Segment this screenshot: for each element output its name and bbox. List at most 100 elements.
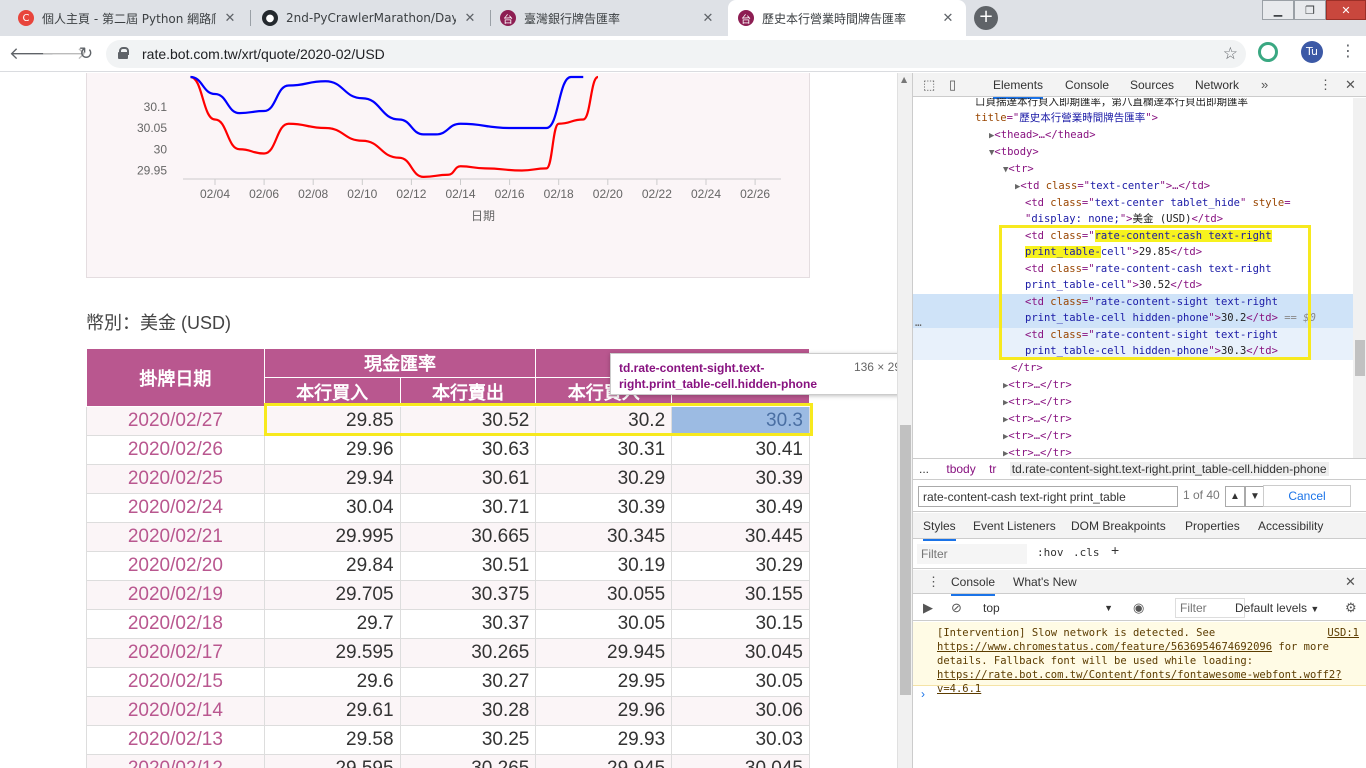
dom-line[interactable]: print_table-cell">29.85</td> [1025,244,1202,260]
search-cancel-button[interactable]: Cancel [1263,485,1351,507]
dom-node-td-selected[interactable]: <td class="rate-content-sight text-right [1025,294,1278,310]
minimize-button[interactable]: ▁ [1262,0,1294,20]
tab-styles[interactable]: Styles [923,513,956,541]
tab-accessibility[interactable]: Accessibility [1258,513,1323,539]
console-settings-gear-icon[interactable]: ⚙ [1345,596,1357,620]
dom-line[interactable]: "display: none;">美金 (USD)</td> [1025,211,1223,227]
context-select[interactable]: top ▼ [983,598,1113,618]
dom-node-td[interactable]: <td class="rate-content-cash text-right [1025,261,1272,277]
dom-node-thead[interactable]: ▶<thead>…</thead> [989,127,1096,143]
tab-console[interactable]: Console [1065,73,1109,97]
dom-node-td[interactable]: <td class="rate-content-sight text-right [1025,327,1278,343]
scroll-up-icon[interactable]: ▲ [901,75,907,84]
browser-tab-1[interactable]: C 個人主頁 - 第二屆 Python 網路爬 ✕ [8,0,248,36]
tab-properties[interactable]: Properties [1185,513,1240,539]
omnibox[interactable]: rate.bot.com.tw/xrt/quote/2020-02/USD ☆ [106,40,1246,68]
dom-node-tr[interactable]: ▶<tr>…</tr> [1003,445,1072,458]
chrome-menu-icon[interactable]: ⋮ [1340,41,1356,60]
tab-event-listeners[interactable]: Event Listeners [973,513,1056,539]
more-tabs-icon[interactable]: » [1261,73,1268,97]
live-expression-eye-icon[interactable]: ◉ [1133,596,1144,620]
dom-node-td[interactable]: <td class="text-center tablet_hide" styl… [1025,195,1291,211]
inspect-element-icon[interactable]: ⬚ [923,73,935,97]
dom-node-tr[interactable]: ▶<tr>…</tr> [1003,377,1072,393]
url-text[interactable]: rate.bot.com.tw/xrt/quote/2020-02/USD [142,40,385,68]
dom-scrollbar[interactable] [1353,98,1366,458]
chromestatus-link[interactable]: w.chromestatus.com/feature/5636954674692… [1000,641,1272,653]
dom-node-tr[interactable]: ▼<tr> [1003,161,1034,177]
font-url-link[interactable]: https://rate.bot.co [937,669,1057,681]
back-button[interactable]: 🡐 [9,42,55,66]
dom-line[interactable]: print_table-cell hidden-phone">30.3</td> [1025,343,1278,359]
sight-buy-cell: 30.055 [535,580,673,610]
dom-line[interactable]: title="歷史本行營業時間牌告匯率"> [975,110,1158,126]
hover-state-toggle[interactable]: :hov [1037,546,1064,559]
bookmark-star-icon[interactable]: ☆ [1223,40,1238,68]
search-prev-button[interactable]: ▲ [1225,486,1245,507]
tab-console-drawer[interactable]: Console [951,570,996,596]
devtools-menu-icon[interactable]: ⋮ [1319,73,1332,97]
device-toolbar-icon[interactable]: ▯ [949,73,956,97]
dom-line[interactable]: ㄩ頁揣達本行貝入即期匯率，第八直欄達本行貝出即期匯率 [975,98,1248,110]
search-next-button[interactable]: ▼ [1245,486,1265,507]
drawer-menu-icon[interactable]: ⋮ [927,570,940,594]
new-style-rule-icon[interactable]: + [1111,542,1119,558]
dom-search-input[interactable] [918,486,1178,507]
message-source-link[interactable]: USD:1 [1327,626,1359,640]
dom-node-tr[interactable]: ▶<tr>…</tr> [1003,394,1072,410]
dom-line[interactable]: print_table-cell hidden-phone">30.2</td>… [1025,310,1316,326]
tab-network[interactable]: Network [1195,73,1239,97]
dom-line[interactable]: </tr> [1011,360,1043,376]
tab-whats-new[interactable]: What's New [1013,570,1077,594]
breadcrumb-item-selected[interactable]: td.rate-content-sight.text-right.print_t… [1009,462,1329,476]
tab-sources[interactable]: Sources [1130,73,1174,97]
tab-dom-breakpoints[interactable]: DOM Breakpoints [1071,513,1166,539]
extension-icon[interactable] [1258,42,1278,62]
sidebar-toggle-icon[interactable]: ▶ [923,596,933,620]
dom-node-td[interactable]: ▶<td class="text-center">…</td> [1015,178,1210,194]
styles-filter-input[interactable] [917,544,1027,564]
dom-node-tr[interactable]: ▶<tr>…</tr> [1003,411,1072,427]
expand-arrow-icon[interactable]: ▶ [1003,398,1008,408]
breadcrumb-item[interactable]: ... [919,462,929,476]
expand-arrow-icon[interactable]: ▶ [989,131,994,141]
expand-arrow-icon[interactable]: ▶ [1015,182,1020,192]
browser-tab-4-active[interactable]: 台 歷史本行營業時間牌告匯率 ✕ [728,0,966,36]
node-actions-icon[interactable]: … [915,316,922,329]
close-tab-icon[interactable]: ✕ [940,11,956,26]
collapse-arrow-icon[interactable]: ▼ [989,148,994,158]
close-tab-icon[interactable]: ✕ [700,11,716,26]
log-levels-dropdown[interactable]: Default levels ▼ [1235,598,1319,619]
tab-elements[interactable]: Elements [993,73,1044,99]
breadcrumb-item[interactable]: tr [989,462,996,476]
close-drawer-icon[interactable]: ✕ [1345,570,1356,594]
close-tab-icon[interactable]: ✕ [222,11,238,26]
collapse-arrow-icon[interactable]: ▼ [1003,165,1008,175]
expand-arrow-icon[interactable]: ▶ [1003,432,1008,442]
expand-arrow-icon[interactable]: ▶ [1003,449,1008,458]
dom-node-tr[interactable]: ▶<tr>…</tr> [1003,428,1072,444]
expand-arrow-icon[interactable]: ▶ [1003,381,1008,391]
profile-avatar[interactable]: Tu [1301,41,1323,63]
page-scrollbar-thumb[interactable] [900,425,911,695]
forward-button[interactable]: 🡒 [41,42,87,66]
new-tab-button[interactable]: + [974,6,998,30]
chromestatus-link[interactable]: https://ww [937,641,1000,653]
console-prompt-icon[interactable]: › [921,687,925,701]
dom-node-td[interactable]: <td class="rate-content-cash text-right [1025,228,1272,244]
close-devtools-icon[interactable]: ✕ [1345,73,1356,97]
class-toggle[interactable]: .cls [1073,546,1100,559]
expand-arrow-icon[interactable]: ▶ [1003,415,1008,425]
dom-node-tbody[interactable]: ▼<tbody> [989,144,1039,160]
close-tab-icon[interactable]: ✕ [462,11,478,26]
reload-button[interactable]: ↻ [74,42,98,66]
page-scrollbar[interactable]: ▲ [897,73,912,768]
browser-tab-3[interactable]: 台 臺灣銀行牌告匯率 ✕ [490,0,726,36]
restore-button[interactable]: ❐ [1294,0,1326,20]
browser-tab-2[interactable]: ● 2nd-PyCrawlerMarathon/Day0 ✕ [252,0,488,36]
breadcrumb-item[interactable]: tbody [946,462,975,476]
dom-line[interactable]: print_table-cell">30.52</td> [1025,277,1202,293]
clear-console-icon[interactable]: ⊘ [951,596,962,620]
close-window-button[interactable]: ✕ [1326,0,1366,20]
dom-scrollbar-thumb[interactable] [1355,340,1365,376]
